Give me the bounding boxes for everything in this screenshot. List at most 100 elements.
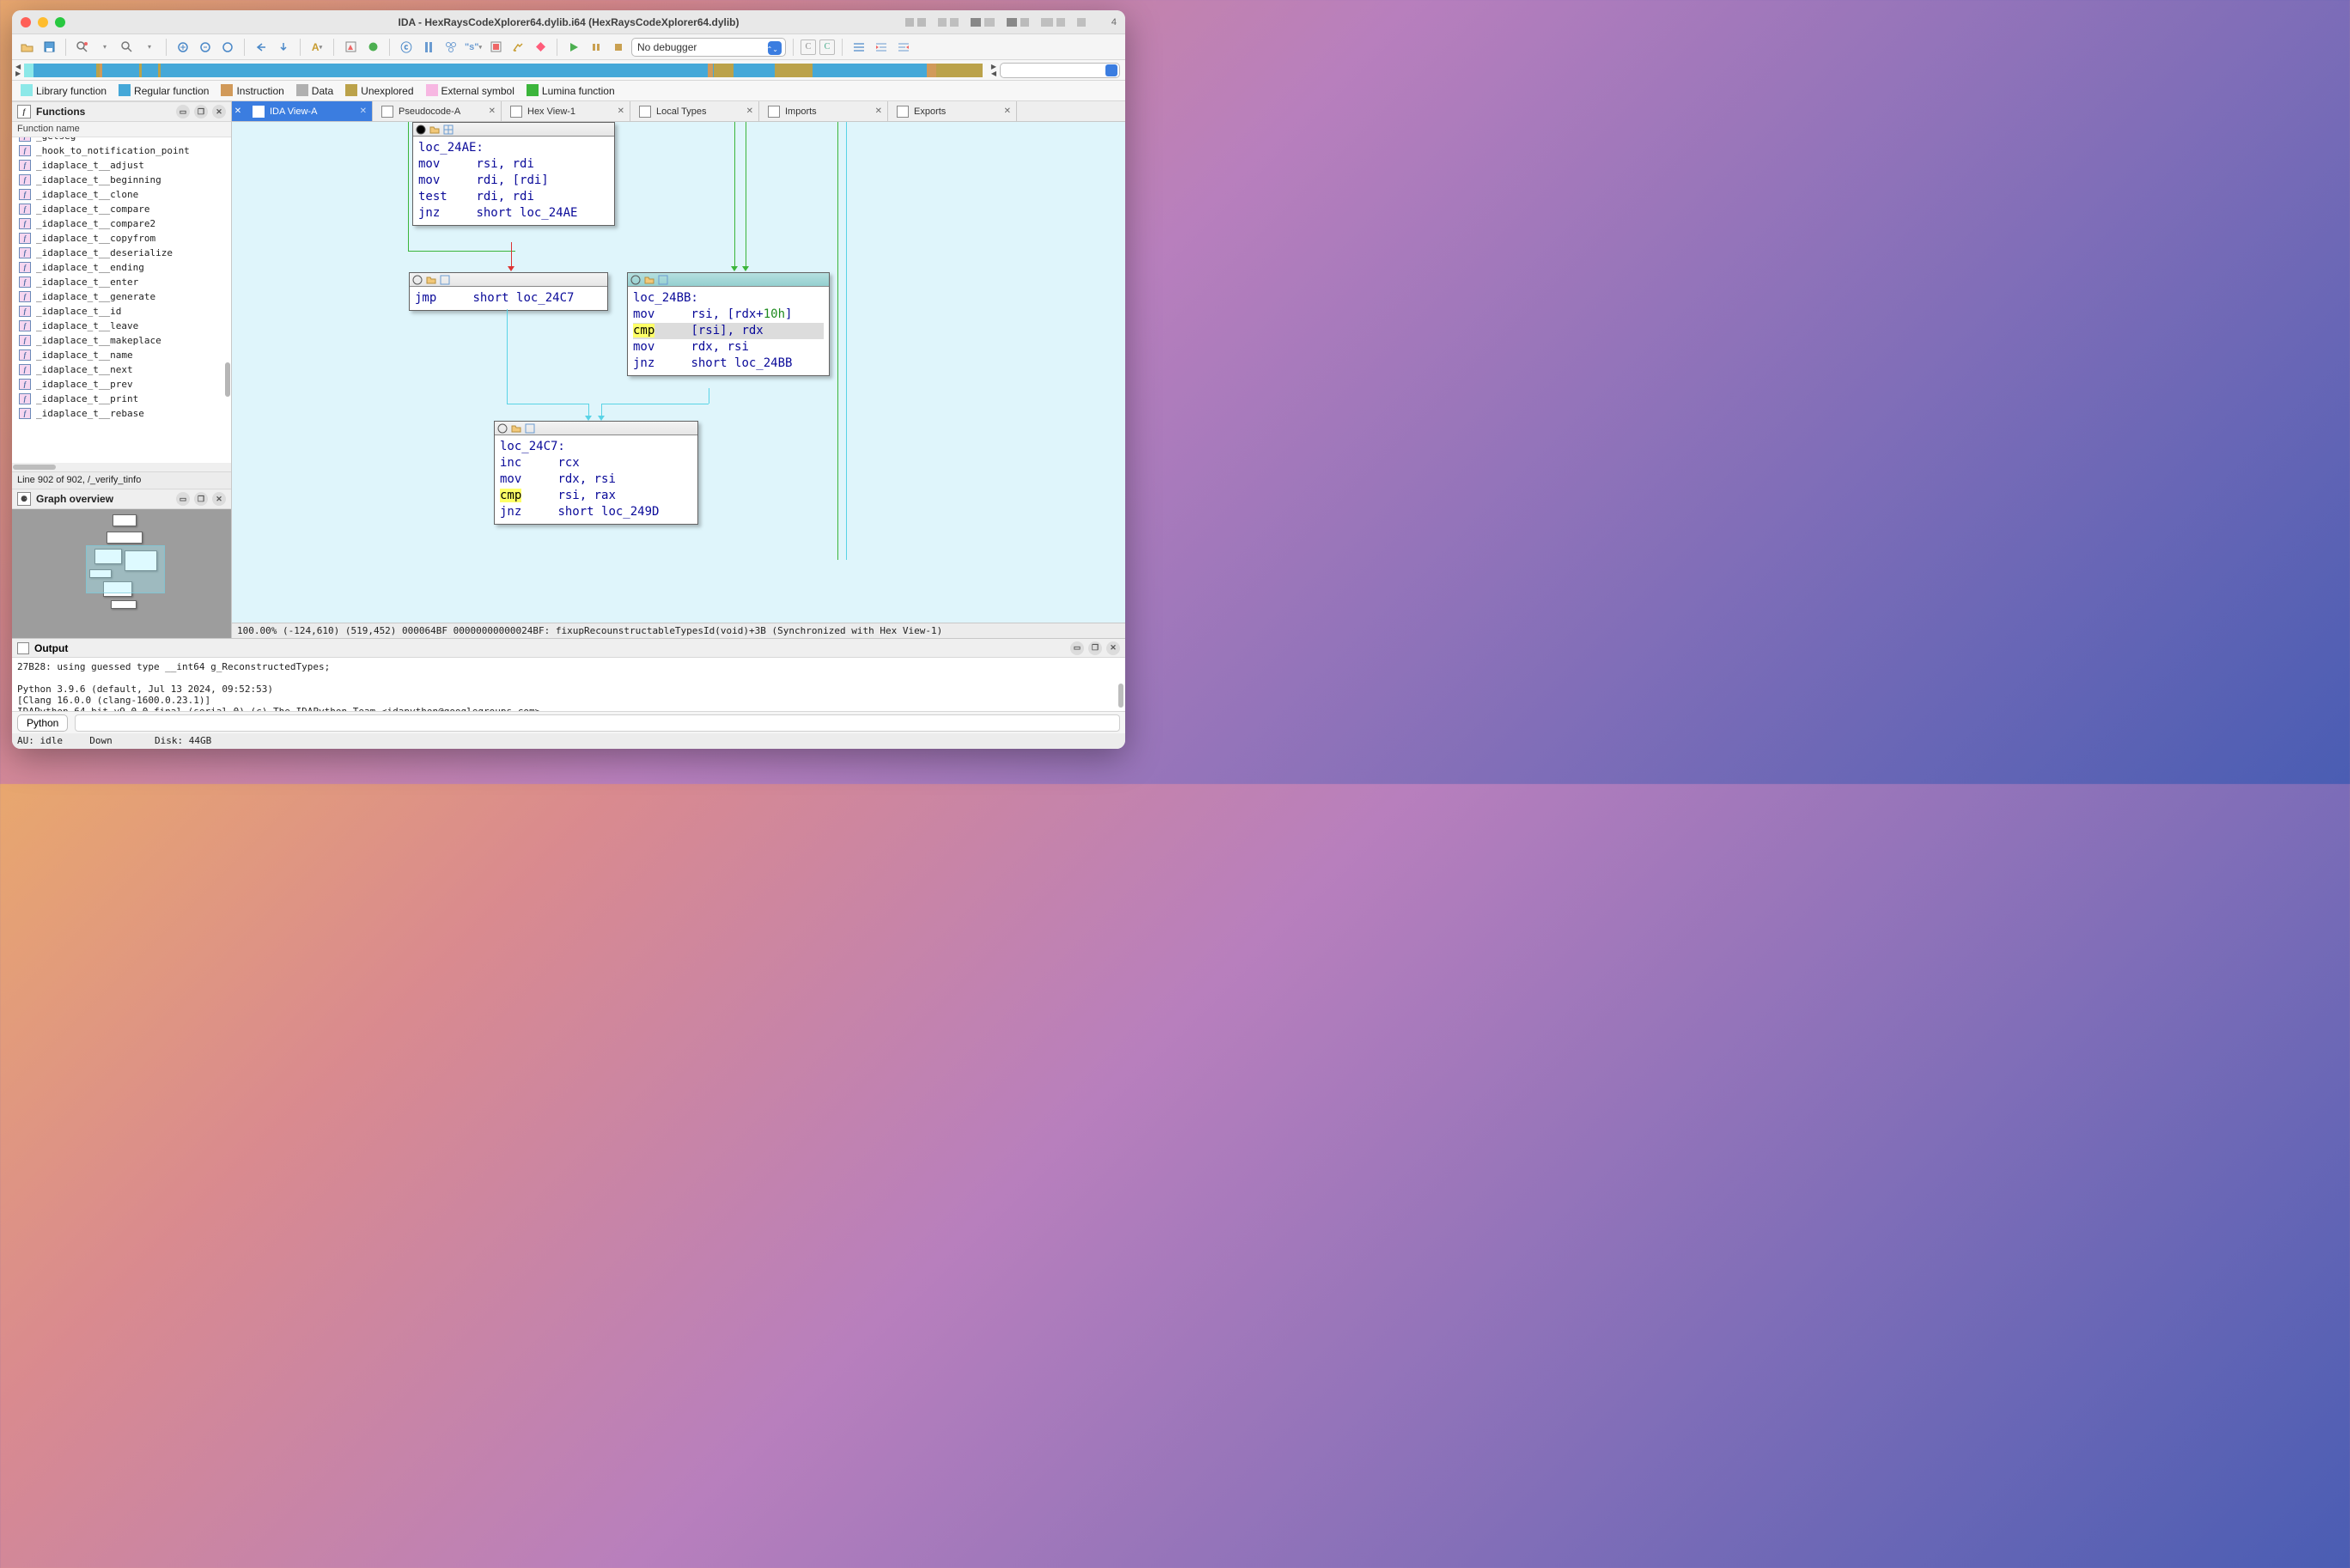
output-scrollbar[interactable] [1118,684,1123,708]
function-icon: f [19,204,31,215]
overview-restore-button[interactable]: ❐ [194,492,208,506]
list-item[interactable]: f_getseg [12,137,231,143]
code-button[interactable]: ⓒ [397,38,416,57]
overview-menu-button[interactable]: ▭ [176,492,190,506]
output-body[interactable]: 27B28: using guessed type __int64 g_Reco… [12,658,1125,711]
tab-exports[interactable]: Exports✕ [888,101,1017,121]
functions-close-button[interactable]: ✕ [212,105,226,119]
list-item[interactable]: f_idaplace_t__adjust [12,158,231,173]
tab-ida-view-a[interactable]: IDA View-A✕ [244,101,373,121]
struct-button[interactable] [341,38,360,57]
search-dropdown[interactable]: ▾ [95,38,114,57]
back-button[interactable] [252,38,271,57]
tab-close-button[interactable]: ✕ [746,106,753,116]
undefine-button[interactable] [508,38,527,57]
functions-list[interactable]: Function name f_getsegf_hook_to_notifica… [12,122,231,463]
array-button[interactable] [486,38,505,57]
list-item[interactable]: f_idaplace_t__copyfrom [12,231,231,246]
edge [734,122,735,268]
output-restore-button[interactable]: ❐ [1088,641,1102,655]
search-button[interactable] [73,38,92,57]
list-item[interactable]: f_idaplace_t__id [12,304,231,319]
tab-close-button[interactable]: ✕ [618,106,624,116]
functions-column-header[interactable]: Function name [12,122,231,137]
grid-icon [525,423,535,434]
list-item[interactable]: f_idaplace_t__next [12,362,231,377]
prompt-input[interactable] [75,714,1120,732]
list-item[interactable]: f_idaplace_t__enter [12,275,231,289]
text-highlight-button[interactable]: A▾ [307,38,326,57]
nav-arrows-right[interactable]: ▶◀ [991,64,996,77]
tab-pseudocode-a[interactable]: Pseudocode-A ✕ [373,101,502,121]
offset-button[interactable] [531,38,550,57]
list-item[interactable]: f_idaplace_t__compare2 [12,216,231,231]
tab-scroll-left[interactable]: ✕ [232,101,244,121]
tab-imports[interactable]: Imports✕ [759,101,888,121]
tab-close-button[interactable]: ✕ [489,106,496,116]
edge [846,122,847,560]
nav-select[interactable] [1000,63,1120,78]
zoom-in-button[interactable] [196,38,215,57]
list-item[interactable]: f_idaplace_t__beginning [12,173,231,187]
graph-node-jmp[interactable]: jmp short loc_24C7 [409,272,608,311]
string-button[interactable]: "s"▾ [464,38,483,57]
graph-view[interactable]: loc_24AE: mov rsi, rdi mov rdi, [rdi] te… [232,122,1125,623]
tab-close-button[interactable]: ✕ [1004,106,1011,116]
functions-hscroll[interactable] [12,463,231,471]
output-close-button[interactable]: ✕ [1106,641,1120,655]
list-item[interactable]: f_idaplace_t__leave [12,319,231,333]
functions-restore-button[interactable]: ❐ [194,105,208,119]
list-item[interactable]: f_idaplace_t__print [12,392,231,406]
zoom-out-button[interactable] [218,38,237,57]
graph-node-loc24c7[interactable]: loc_24C7: inc rcx mov rdx, rsi cmp rsi, … [494,421,698,525]
open-file-button[interactable] [17,38,36,57]
jump-button[interactable] [274,38,293,57]
zoom-fit-button[interactable] [174,38,192,57]
function-name: _idaplace_t__leave [36,320,138,331]
output-menu-button[interactable]: ▭ [1070,641,1084,655]
stop-button[interactable] [609,38,628,57]
graph-node-loc24bb[interactable]: loc_24BB: mov rsi, [rdx+10h] cmp [rsi], … [627,272,830,376]
functions-scrollbar[interactable] [225,362,230,397]
tab-local-types[interactable]: Local Types✕ [630,101,759,121]
tab-close-button[interactable]: ✕ [360,106,367,116]
search-next-button[interactable] [118,38,137,57]
list-item[interactable]: f_hook_to_notification_point [12,143,231,158]
prompt-lang-button[interactable]: Python [17,714,68,732]
graph-overview[interactable] [12,509,231,638]
decompile-c2-button[interactable]: C [819,40,835,55]
function-name: _idaplace_t__print [36,393,138,404]
functions-menu-button[interactable]: ▭ [176,105,190,119]
debugger-select[interactable]: No debugger ⌃⌄ [631,38,786,57]
list-item[interactable]: f_idaplace_t__ending [12,260,231,275]
data-button[interactable] [419,38,438,57]
output-header: Output ▭ ❐ ✕ [12,639,1125,658]
list-item[interactable]: f_idaplace_t__deserialize [12,246,231,260]
list-item[interactable]: f_idaplace_t__prev [12,377,231,392]
nav-bar[interactable] [24,64,983,77]
search-next-dropdown[interactable]: ▾ [140,38,159,57]
graph-node-loc24ae[interactable]: loc_24AE: mov rsi, rdi mov rdi, [rdi] te… [412,122,615,226]
decompile-c-button[interactable]: C [801,40,816,55]
indent-button[interactable] [872,38,891,57]
list-item[interactable]: f_idaplace_t__name [12,348,231,362]
tab-close-button[interactable]: ✕ [875,106,882,116]
struct2-button[interactable] [441,38,460,57]
pause-button[interactable] [587,38,606,57]
save-button[interactable] [40,38,58,57]
run-button[interactable] [564,38,583,57]
breakpoint-button[interactable] [363,38,382,57]
output-icon [17,642,29,654]
outdent-button[interactable] [894,38,913,57]
tab-hex-view-1[interactable]: Hex View-1✕ [502,101,630,121]
nav-arrows-left[interactable]: ◀▶ [15,64,21,77]
list-item[interactable]: f_idaplace_t__generate [12,289,231,304]
overview-close-button[interactable]: ✕ [212,492,226,506]
list-item[interactable]: f_idaplace_t__rebase [12,406,231,421]
tab-label: Pseudocode-A [399,106,460,117]
list-item[interactable]: f_idaplace_t__makeplace [12,333,231,348]
list-item[interactable]: f_idaplace_t__clone [12,187,231,202]
function-icon: f [19,277,31,288]
list-button[interactable] [849,38,868,57]
list-item[interactable]: f_idaplace_t__compare [12,202,231,216]
